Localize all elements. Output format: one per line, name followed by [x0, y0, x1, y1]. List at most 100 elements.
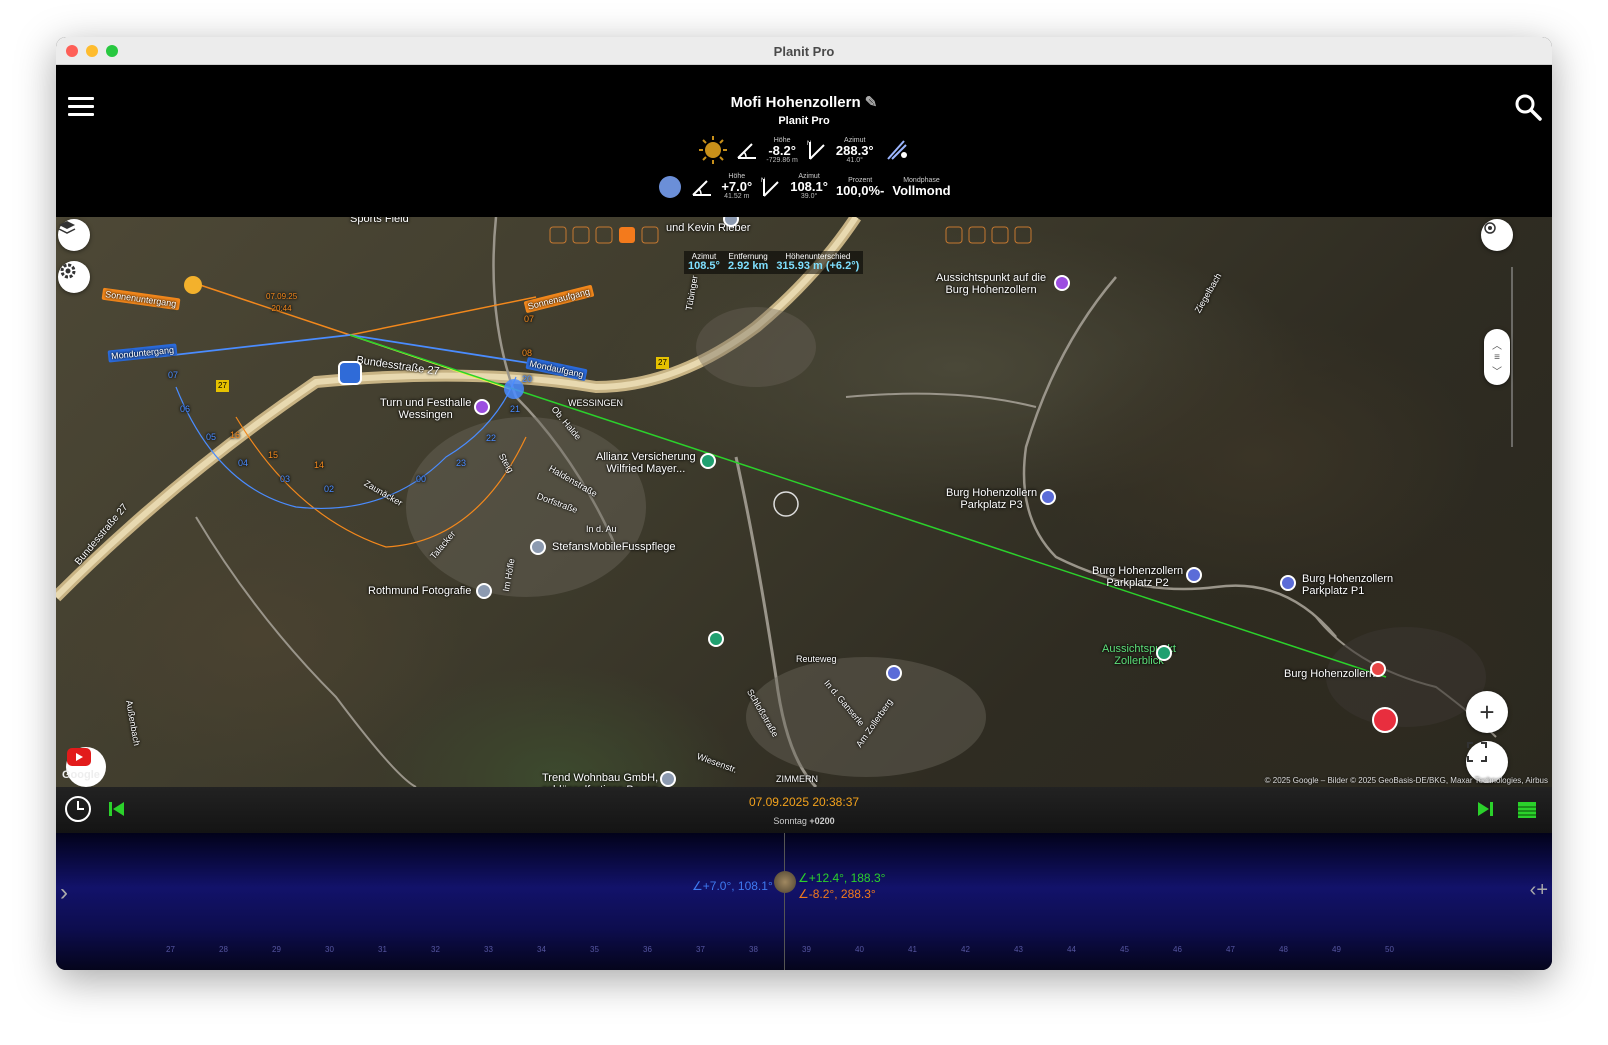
label-sun-date: 07.09.25 20:44	[266, 292, 298, 313]
moon-position-marker	[504, 379, 524, 399]
parking-pin[interactable]	[886, 665, 902, 681]
scroll-handle[interactable]: ︿ ≡ ﹀	[1484, 329, 1510, 385]
moonset-direction-line	[155, 334, 351, 358]
hour-label: 05	[206, 432, 217, 442]
parking-pin-p1[interactable]	[1280, 575, 1296, 591]
label-parkplatz-p2: Burg Hohenzollern Parkplatz P2	[1092, 565, 1184, 589]
poi-pin[interactable]	[708, 631, 724, 647]
hour-label: 23	[456, 458, 467, 468]
scene-marker-pin[interactable]	[1372, 707, 1398, 733]
castle-target-pin[interactable]	[1370, 661, 1386, 677]
hour-label: 07	[524, 314, 535, 324]
sun-info-row: Höhe -8.2° -729.86 m N Azimut 288.3° 41.0°	[56, 135, 1552, 165]
hour-label: 00	[416, 474, 427, 484]
timeline-tick: 34	[537, 945, 546, 954]
timeline-tick: 49	[1332, 945, 1341, 954]
label-burg: Burg Hohenzollern	[1284, 668, 1376, 680]
sun-position-marker	[184, 276, 202, 294]
crosshair-icon	[1484, 222, 1496, 234]
timeline-tick: 30	[325, 945, 334, 954]
poi-pin-aussichtspunkt[interactable]	[1054, 275, 1070, 291]
chevron-up-icon: ︿	[1492, 340, 1502, 352]
sun-reading-bottom: ∠-8.2°, 288.3°	[798, 887, 876, 901]
title-bar: Planit Pro	[56, 37, 1552, 65]
hour-label: 08	[522, 348, 533, 358]
app-window: Planit Pro Mofi Hohenzollern ✎ Planit Pr…	[56, 37, 1552, 970]
camera-pin[interactable]	[338, 361, 362, 385]
timeline-tick: 35	[590, 945, 599, 954]
label-trend-wohnbau: Trend Wohnbau GmbH, schlüsselfertiges Ba…	[542, 772, 659, 787]
timeline-add-icon[interactable]: ‹+	[1530, 879, 1548, 902]
layers-button[interactable]	[58, 219, 90, 251]
moon-info-row: Höhe +7.0° 41.52 m N Azimut 108.1° 39.0° Pro…	[56, 173, 1552, 200]
skip-forward-icon[interactable]	[1476, 800, 1494, 818]
route-shield: 27	[656, 357, 669, 369]
hour-label: 16	[230, 430, 241, 440]
moon-azimuth: Azimut 108.1° 39.0°	[790, 173, 828, 200]
timeline-tick: 39	[802, 945, 811, 954]
hour-label: 20	[522, 374, 533, 384]
poi-pin-allianz[interactable]	[700, 453, 716, 469]
label-rothmund: Rothmund Fotografie	[368, 585, 472, 597]
poi-pin-trend[interactable]	[660, 771, 676, 787]
poi-pin-zollerblick[interactable]	[1156, 645, 1172, 661]
road-east	[845, 392, 1037, 408]
parking-pin-p2[interactable]	[1186, 567, 1202, 583]
label-wessingen: WESSINGEN	[568, 398, 624, 408]
timeline-tick: 28	[219, 945, 228, 954]
moon-phase-strip[interactable]	[549, 226, 1032, 244]
timeline-prev-icon[interactable]: ›	[60, 879, 68, 907]
poi-pin-turnhalle[interactable]	[474, 399, 490, 415]
label-aussichtspunkt: Aussichtspunkt auf die Burg Hohenzollern	[936, 272, 1047, 296]
settings-button[interactable]	[58, 261, 90, 293]
timeline-tick: 33	[484, 945, 493, 954]
timeline-tick: 42	[961, 945, 970, 954]
label-parkplatz-p3: Burg Hohenzollern Parkplatz P3	[946, 487, 1038, 511]
project-title[interactable]: Mofi Hohenzollern ✎	[56, 93, 1552, 111]
sun-reading-top: ∠+12.4°, 188.3°	[798, 871, 886, 885]
timeline-tick: 50	[1385, 945, 1394, 954]
time-bar: 07.09.2025 20:38:37 Sonntag +0200	[56, 787, 1552, 833]
elevation-icon	[737, 143, 757, 159]
label-allianz: Allianz Versicherung Wilfried Mayer...	[596, 451, 696, 475]
timeline-tick: 41	[908, 945, 917, 954]
locate-button[interactable]	[1481, 219, 1513, 251]
label-zimmern: ZIMMERN	[776, 774, 818, 784]
industrial-area	[696, 307, 816, 387]
timeline-tick: 37	[696, 945, 705, 954]
svg-text:N: N	[807, 141, 811, 147]
poi-pin-stefans[interactable]	[530, 539, 546, 555]
google-logo: Google	[62, 769, 100, 781]
edit-pencil-icon[interactable]: ✎	[865, 94, 878, 111]
satellite-map[interactable]: Azimut 108.5° Entfernung 2.92 km Höhenunte…	[56, 217, 1552, 787]
sun-azimuth: Azimut 288.3° 41.0°	[835, 136, 874, 164]
svg-text:N: N	[761, 178, 765, 184]
current-datetime[interactable]: 07.09.2025 20:38:37	[56, 795, 1552, 809]
calendar-icon[interactable]	[1516, 798, 1538, 820]
village-wessingen	[406, 417, 646, 597]
timeline-tick: 45	[1120, 945, 1129, 954]
hour-label: 02	[324, 484, 335, 494]
timeline-tick: 46	[1173, 945, 1182, 954]
label-turnhalle: Turn und Festhalle Wessingen	[380, 397, 472, 421]
zoom-in-button[interactable]: +	[1466, 691, 1508, 733]
gear-icon	[60, 263, 76, 279]
poi-pin-rothmund[interactable]	[476, 583, 492, 599]
fullscreen-icon	[1467, 742, 1487, 762]
hour-label: 07	[168, 370, 179, 380]
label-parkplatz-p1: Burg Hohenzollern Parkplatz P1	[1302, 573, 1394, 597]
timeline-tick: 47	[1226, 945, 1235, 954]
chevron-down-icon: ﹀	[1492, 366, 1502, 378]
hour-label: 06	[180, 404, 191, 414]
elevation-icon	[692, 179, 712, 196]
youtube-button[interactable]	[66, 747, 106, 787]
moon-percent: Prozent 100,0%-	[835, 176, 885, 198]
timeline-panel[interactable]: › ‹+ ∠+7.0°, 108.1° ∠+12.4°, 188.3° ∠-8.…	[56, 833, 1552, 970]
sun-moon-timeline-icon	[774, 871, 796, 893]
village-zimmern	[746, 657, 986, 777]
parking-pin-p3[interactable]	[1040, 489, 1056, 505]
timeline-tick: 38	[749, 945, 758, 954]
timeline-tick: 31	[378, 945, 387, 954]
sunrise-direction-line	[349, 296, 537, 336]
label-sports-field: Sports Field	[350, 217, 409, 225]
